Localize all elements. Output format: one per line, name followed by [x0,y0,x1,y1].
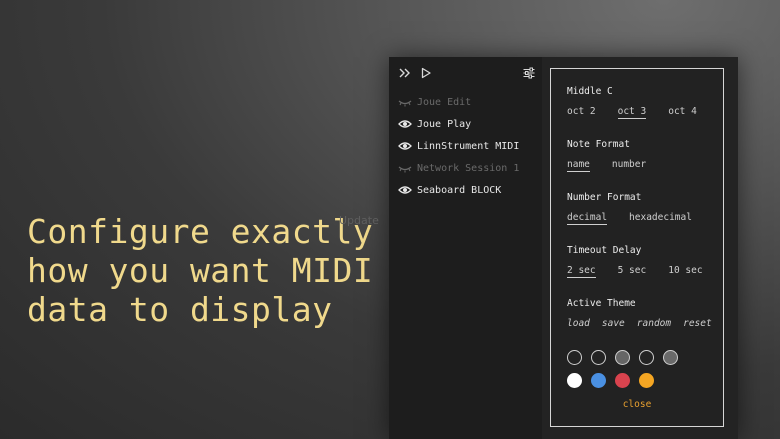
middle-c-option[interactable]: oct 2 [567,106,596,119]
headline-line-3: data to display [27,290,333,329]
active-theme-section: Active Theme load save random reset [567,298,723,330]
double-chevron-right-icon[interactable] [398,66,412,80]
swatch-row-1 [567,350,723,365]
headline: Configure exactly how you want MIDI data… [27,212,387,329]
eye-closed-icon[interactable] [398,97,412,107]
swatch-row-2 [567,373,723,388]
headline-line-1: Configure exactly [27,212,374,251]
device-item[interactable]: Joue Edit [389,91,542,113]
headline-line-2: how you want MIDI [27,251,374,290]
settings-panel: Middle C oct 2 oct 3 oct 4 Note Format nam… [550,68,724,427]
theme-save-button[interactable]: save [602,318,625,330]
active-theme-actions: load save random reset [567,318,723,330]
eye-closed-icon[interactable] [398,163,412,173]
theme-load-button[interactable]: load [567,318,590,330]
close-button[interactable]: close [551,399,723,410]
sliders-icon[interactable] [522,66,536,80]
ghost-update-text: Update [339,214,379,227]
device-item[interactable]: Network Session 1 [389,157,542,179]
timeout-delay-option[interactable]: 10 sec [668,265,702,278]
theme-reset-button[interactable]: reset [683,318,712,330]
timeout-delay-section: Timeout Delay 2 sec 5 sec 10 sec [567,245,723,278]
note-format-option[interactable]: number [612,159,646,172]
middle-c-options: oct 2 oct 3 oct 4 [567,106,723,119]
app-window: Update Joue Edit Joue Play LinnStrument MI… [339,57,738,439]
timeout-delay-option[interactable]: 2 sec [567,265,596,278]
middle-c-option[interactable]: oct 3 [617,106,647,119]
middle-c-section: Middle C oct 2 oct 3 oct 4 [567,86,723,119]
number-format-title: Number Format [567,192,642,203]
color-swatch[interactable] [663,350,678,365]
color-swatch[interactable] [591,373,606,388]
middle-c-option[interactable]: oct 4 [668,106,697,119]
device-item[interactable]: Seaboard BLOCK [389,179,542,201]
device-label: Joue Edit [417,96,472,108]
color-swatch[interactable] [639,350,654,365]
device-label: Joue Play [417,118,472,130]
theme-swatches [567,350,723,388]
toolbar [389,57,542,91]
active-theme-title: Active Theme [567,298,636,309]
color-swatch[interactable] [567,350,582,365]
color-swatch[interactable] [567,373,582,388]
theme-random-button[interactable]: random [637,318,671,330]
play-icon[interactable] [419,66,433,80]
timeout-delay-options: 2 sec 5 sec 10 sec [567,265,723,278]
color-swatch[interactable] [615,373,630,388]
note-format-option[interactable]: name [567,159,590,172]
eye-icon[interactable] [398,119,412,129]
eye-icon[interactable] [398,141,412,151]
device-label: LinnStrument MIDI [417,140,520,152]
color-swatch[interactable] [639,373,654,388]
device-label: Network Session 1 [417,162,520,174]
color-swatch[interactable] [615,350,630,365]
timeout-delay-title: Timeout Delay [567,245,642,256]
device-item[interactable]: Joue Play [389,113,542,135]
timeout-delay-option[interactable]: 5 sec [618,265,647,278]
device-label: Seaboard BLOCK [417,184,502,196]
eye-icon[interactable] [398,185,412,195]
number-format-section: Number Format decimal hexadecimal [567,192,723,225]
note-format-section: Note Format name number [567,139,723,172]
number-format-options: decimal hexadecimal [567,212,723,225]
device-item[interactable]: LinnStrument MIDI [389,135,542,157]
device-list: Joue Edit Joue Play LinnStrument MIDI Netwo… [389,91,542,201]
middle-c-title: Middle C [567,86,613,97]
number-format-option[interactable]: hexadecimal [629,212,692,225]
note-format-title: Note Format [567,139,630,150]
color-swatch[interactable] [591,350,606,365]
number-format-option[interactable]: decimal [567,212,608,225]
note-format-options: name number [567,159,723,172]
